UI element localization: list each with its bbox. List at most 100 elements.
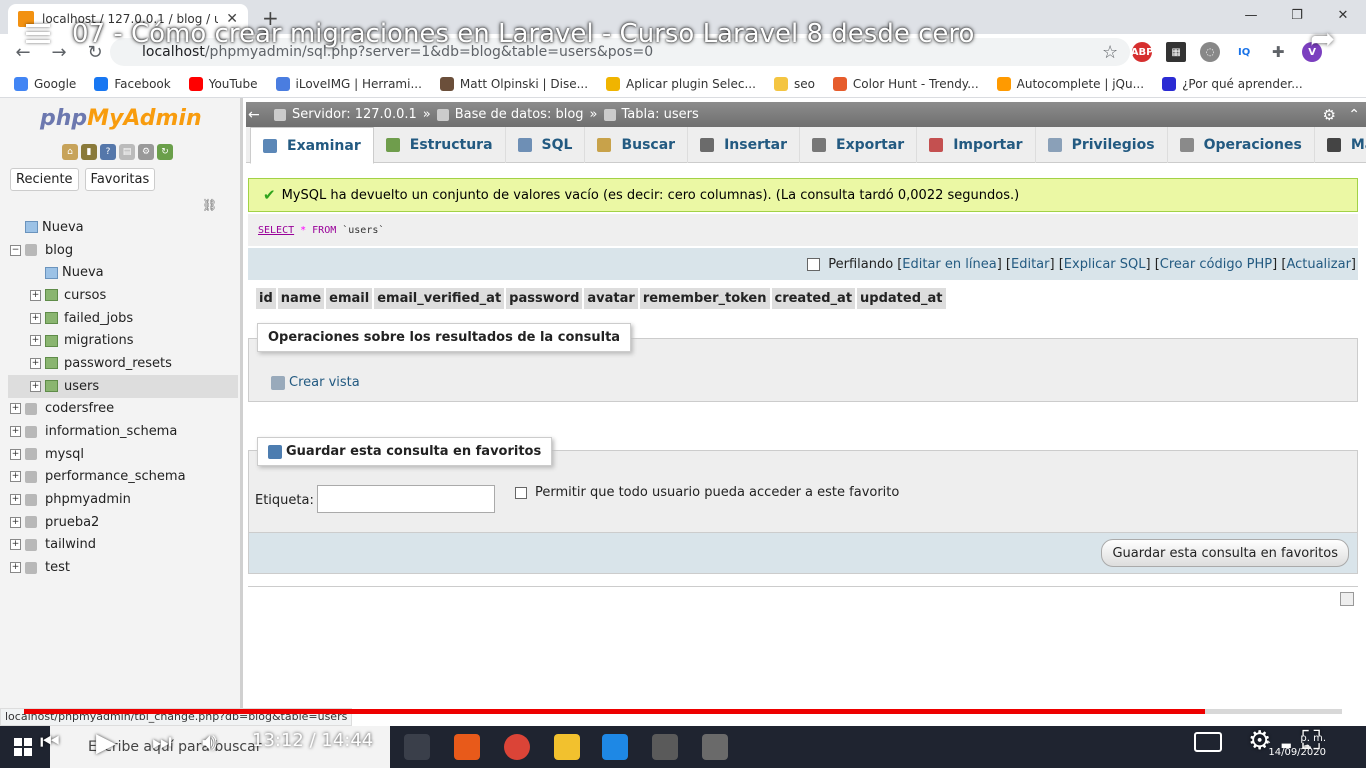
- file-explorer-icon[interactable]: [554, 734, 580, 760]
- expand-icon[interactable]: +: [10, 562, 21, 574]
- tab-buscar[interactable]: Buscar: [585, 127, 689, 163]
- expand-icon[interactable]: +: [10, 516, 21, 528]
- video-settings-icon[interactable]: ⚙: [1248, 726, 1271, 756]
- expand-icon[interactable]: +: [30, 357, 41, 369]
- tree-item[interactable]: + information_schema: [8, 420, 238, 443]
- volume-icon[interactable]: 🔊︎: [202, 728, 217, 756]
- app-icon[interactable]: [652, 734, 678, 760]
- expand-icon[interactable]: +: [10, 494, 21, 506]
- home-icon[interactable]: ⌂: [62, 144, 78, 160]
- share-bookmark-checkbox[interactable]: [515, 487, 527, 499]
- bookmark-item[interactable]: Aplicar plugin Selec...: [606, 76, 756, 91]
- tree-item[interactable]: + users: [8, 374, 238, 398]
- profiling-link[interactable]: Editar: [1011, 257, 1050, 272]
- tree-item[interactable]: + performance_schema: [8, 466, 238, 489]
- profiling-checkbox[interactable]: [807, 257, 821, 271]
- windows-start-icon[interactable]: [14, 738, 32, 756]
- breadcrumb-database[interactable]: Base de datos: blog: [455, 107, 584, 122]
- task-view-icon[interactable]: [404, 734, 430, 760]
- expand-icon[interactable]: +: [30, 335, 41, 347]
- hamburger-menu-icon[interactable]: [26, 24, 50, 44]
- console-icon[interactable]: [1340, 592, 1354, 606]
- expand-icon[interactable]: +: [10, 539, 21, 551]
- next-video-icon[interactable]: ⏭: [152, 730, 172, 755]
- tree-item[interactable]: Nueva: [8, 216, 238, 239]
- column-header[interactable]: name: [277, 288, 325, 309]
- expand-icon[interactable]: +: [10, 403, 21, 415]
- column-header[interactable]: email: [326, 288, 373, 309]
- xampp-icon[interactable]: [454, 734, 480, 760]
- tab-estructura[interactable]: Estructura: [374, 127, 506, 163]
- breadcrumb-server[interactable]: Servidor: 127.0.0.1: [292, 107, 417, 122]
- help-icon[interactable]: ?: [100, 144, 116, 160]
- docs-icon[interactable]: ▤: [119, 144, 135, 160]
- breadcrumb-table[interactable]: Tabla: users: [622, 107, 699, 122]
- play-icon[interactable]: ▶: [96, 728, 116, 758]
- tree-item[interactable]: Nueva: [8, 261, 238, 284]
- collapse-icon[interactable]: −: [10, 244, 21, 256]
- subtitles-icon[interactable]: [1194, 732, 1222, 752]
- expand-icon[interactable]: +: [10, 448, 21, 460]
- share-icon[interactable]: ➦: [1310, 22, 1335, 57]
- video-progress-bar[interactable]: [24, 709, 1342, 714]
- tree-item[interactable]: + codersfree: [8, 398, 238, 421]
- bookmark-item[interactable]: seo: [773, 76, 815, 91]
- tab-insertar[interactable]: Insertar: [688, 127, 801, 163]
- tab-operaciones[interactable]: Operaciones: [1168, 127, 1315, 163]
- bookmark-item[interactable]: YouTube: [188, 76, 258, 91]
- profiling-link[interactable]: Crear código PHP: [1160, 257, 1272, 272]
- logout-icon[interactable]: ▮: [81, 144, 97, 160]
- bookmark-item[interactable]: iLoveIMG | Herrami...: [275, 76, 422, 91]
- tree-item[interactable]: + phpmyadmin: [8, 488, 238, 511]
- tab-examinar[interactable]: Examinar: [250, 127, 374, 164]
- collapse-nav-icon[interactable]: ←: [248, 107, 260, 123]
- bookmark-label-input[interactable]: [317, 485, 495, 513]
- favorites-tab[interactable]: Favoritas: [84, 168, 156, 191]
- column-header[interactable]: email_verified_at: [374, 288, 505, 309]
- create-view-link[interactable]: Crear vista: [271, 375, 360, 390]
- tree-item[interactable]: + password_resets: [8, 352, 238, 375]
- expand-icon[interactable]: +: [10, 471, 21, 483]
- column-header[interactable]: updated_at: [857, 288, 946, 309]
- profiling-link[interactable]: Explicar SQL: [1064, 257, 1146, 272]
- expand-icon[interactable]: +: [10, 426, 21, 438]
- column-header[interactable]: password: [506, 288, 583, 309]
- profiling-link[interactable]: Actualizar: [1286, 257, 1350, 272]
- bookmark-item[interactable]: Matt Olpinski | Dise...: [439, 76, 588, 91]
- recent-tab[interactable]: Reciente: [10, 168, 79, 191]
- bookmark-item[interactable]: Google: [14, 76, 76, 91]
- settings-icon[interactable]: ⚙: [138, 144, 154, 160]
- bookmark-item[interactable]: Facebook: [94, 76, 171, 91]
- collapse-icon[interactable]: ⌃: [1348, 107, 1360, 123]
- bookmark-item[interactable]: Autocomplete | jQu...: [996, 76, 1144, 91]
- exit-fullscreen-icon[interactable]: ⛶: [1302, 726, 1320, 757]
- tab-privilegios[interactable]: Privilegios: [1036, 127, 1168, 163]
- gear-icon[interactable]: ⚙: [1323, 106, 1336, 124]
- expand-icon[interactable]: +: [30, 289, 41, 301]
- tree-item[interactable]: + failed_jobs: [8, 307, 238, 330]
- vscode-icon[interactable]: [602, 734, 628, 760]
- tree-item[interactable]: + test: [8, 556, 238, 579]
- bookmark-item[interactable]: Color Hunt - Trendy...: [832, 76, 979, 91]
- column-header[interactable]: avatar: [584, 288, 638, 309]
- sql-select-keyword[interactable]: SELECT: [258, 225, 294, 236]
- tree-item[interactable]: + mysql: [8, 443, 238, 466]
- tree-item[interactable]: + prueba2: [8, 511, 238, 534]
- reload-navigation-icon[interactable]: ↻: [157, 144, 173, 160]
- tree-item[interactable]: + tailwind: [8, 534, 238, 557]
- phpmyadmin-logo[interactable]: phpMyAdmin: [40, 106, 202, 131]
- bookmark-item[interactable]: ¿Por qué aprender...: [1162, 76, 1303, 91]
- tab-sql[interactable]: SQL: [506, 127, 586, 163]
- video-title[interactable]: 07 - Cómo crear migraciones en Laravel -…: [72, 19, 974, 49]
- previous-video-icon[interactable]: ⏮: [40, 730, 60, 755]
- tab-más[interactable]: Más: [1315, 127, 1366, 163]
- tree-item[interactable]: − blog: [8, 239, 238, 262]
- tree-item[interactable]: + cursos: [8, 284, 238, 307]
- column-header[interactable]: created_at: [771, 288, 856, 309]
- tab-exportar[interactable]: Exportar: [800, 127, 918, 163]
- column-header[interactable]: id: [256, 288, 276, 309]
- link-chain-icon[interactable]: ⛓: [202, 198, 217, 212]
- profiling-link[interactable]: Editar en línea: [902, 257, 996, 272]
- save-bookmark-button[interactable]: Guardar esta consulta en favoritos: [1101, 539, 1349, 567]
- expand-icon[interactable]: +: [30, 312, 41, 324]
